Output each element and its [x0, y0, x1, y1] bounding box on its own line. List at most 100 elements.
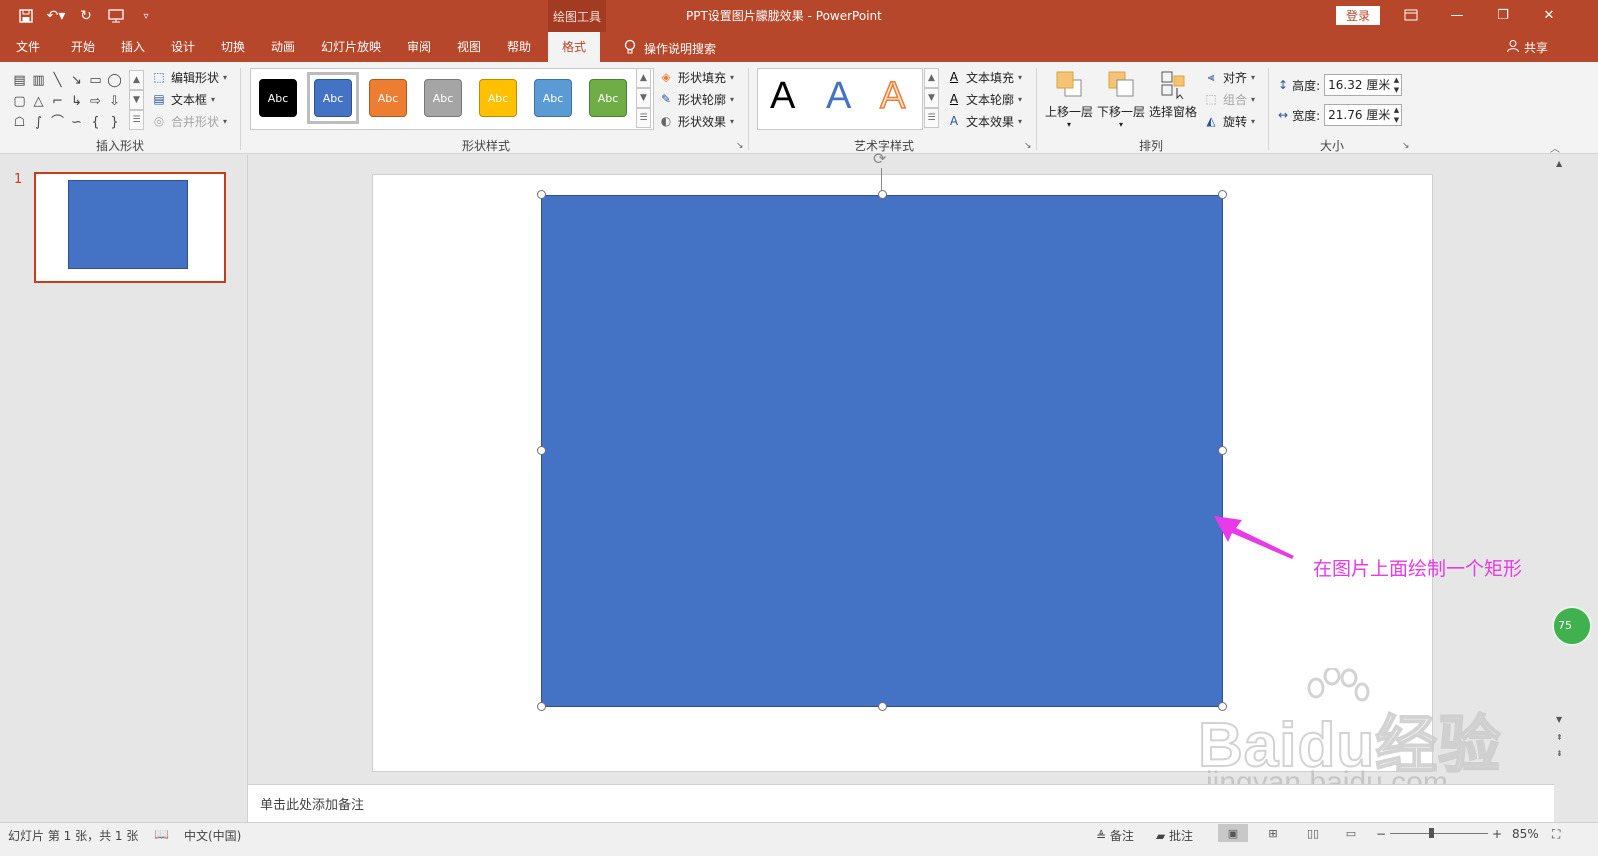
scroll-up-icon[interactable]: ▲	[636, 68, 651, 88]
zoom-level[interactable]: 85%	[1512, 827, 1539, 841]
resize-handle-top[interactable]	[878, 190, 887, 199]
slide-thumbnail[interactable]	[34, 172, 226, 283]
slideshow-view-icon[interactable]: ▭	[1336, 824, 1366, 842]
group-button[interactable]: ⬚ 组合 ▾	[1203, 89, 1255, 109]
text-fill-button[interactable]: A 文本填充 ▾	[946, 67, 1022, 87]
line-shape-icon[interactable]: ╲	[48, 70, 67, 91]
tab-insert[interactable]: 插入	[121, 38, 145, 62]
reading-view-icon[interactable]: ▯▯	[1298, 824, 1328, 842]
text-effects-button[interactable]: A 文本效果 ▾	[946, 111, 1022, 131]
scroll-up-icon[interactable]: ▲	[924, 68, 939, 88]
wordart-scroll[interactable]: ▲ ▼ ☰	[924, 68, 939, 128]
height-input[interactable]: 16.32 厘米 ▲ ▼	[1324, 74, 1403, 96]
rectangle-shape-icon[interactable]: ▭	[86, 70, 105, 91]
zoom-in-icon[interactable]: +	[1492, 827, 1502, 841]
left-brace-icon[interactable]: {	[86, 112, 105, 133]
shape-style-green[interactable]: Abc	[589, 79, 627, 117]
tab-view[interactable]: 视图	[457, 38, 481, 62]
arc-shape-icon[interactable]: ⌒	[48, 112, 67, 133]
wordart-style-orange-outline[interactable]: A	[879, 74, 906, 118]
notes-toggle[interactable]: ≜ 备注	[1096, 827, 1134, 844]
scroll-down-icon[interactable]: ▼	[636, 88, 651, 108]
shape-style-light-blue[interactable]: Abc	[534, 79, 572, 117]
login-button[interactable]: 登录	[1336, 6, 1380, 25]
restore-icon[interactable]: ❐	[1486, 4, 1520, 26]
resize-handle-bottom-left[interactable]	[537, 702, 546, 711]
text-box-button[interactable]: ▤ 文本框 ▾	[151, 89, 215, 109]
slide-sorter-icon[interactable]: ⊞	[1258, 824, 1288, 842]
right-arrow-shape-icon[interactable]: ⇨	[86, 91, 105, 112]
vertical-scrollbar[interactable]: ▲ ▼ ⇞ ⇟	[1554, 155, 1568, 783]
customize-icon[interactable]: ▿	[134, 5, 158, 27]
tab-home[interactable]: 开始	[71, 38, 95, 62]
tab-transitions[interactable]: 切换	[221, 38, 245, 62]
save-icon[interactable]	[14, 5, 38, 27]
wordart-style-blue[interactable]: A	[826, 75, 851, 118]
spinner-icon[interactable]: ▲ ▼	[1394, 75, 1399, 95]
elbow-arrow-icon[interactable]: ↳	[67, 91, 86, 112]
dialog-launcher-icon[interactable]: ↘	[736, 141, 744, 151]
text-outline-button[interactable]: A 文本轮廓 ▾	[946, 89, 1022, 109]
right-brace-icon[interactable]: }	[105, 112, 124, 133]
shape-style-black[interactable]: Abc	[259, 79, 297, 117]
redo-icon[interactable]: ↻	[74, 5, 98, 27]
scroll-up-icon[interactable]: ▲	[129, 70, 144, 90]
tab-animations[interactable]: 动画	[271, 38, 295, 62]
more-icon[interactable]: ☰	[129, 110, 144, 130]
shape-style-blue[interactable]: Abc	[314, 79, 352, 117]
arrow-line-shape-icon[interactable]: ↘	[67, 70, 86, 91]
freeform-shape-icon[interactable]: ☖	[10, 112, 29, 133]
shape-style-gold[interactable]: Abc	[479, 79, 517, 117]
zoom-slider-track[interactable]	[1390, 833, 1488, 834]
shape-style-orange[interactable]: Abc	[369, 79, 407, 117]
scroll-down-icon[interactable]: ▼	[924, 88, 939, 108]
tab-file[interactable]: 文件	[16, 38, 40, 62]
tell-me-search[interactable]: 操作说明搜索	[624, 39, 716, 58]
resize-handle-right[interactable]	[1218, 446, 1227, 455]
width-input[interactable]: 21.76 厘米 ▲ ▼	[1324, 104, 1403, 126]
shape-outline-button[interactable]: ✎ 形状轮廓 ▾	[658, 89, 734, 109]
notes-pane[interactable]: 单击此处添加备注	[248, 784, 1554, 822]
minimize-icon[interactable]: —	[1440, 4, 1474, 26]
edit-shape-button[interactable]: ⬚ 编辑形状 ▾	[151, 67, 227, 87]
tab-help[interactable]: 帮助	[507, 38, 531, 62]
normal-view-icon[interactable]: ▣	[1218, 824, 1248, 842]
shape-styles-gallery[interactable]: Abc Abc Abc Abc Abc Abc Abc	[250, 68, 654, 130]
shape-fill-button[interactable]: ◈ 形状填充 ▾	[658, 67, 734, 87]
zoom-slider-thumb[interactable]	[1429, 828, 1434, 838]
resize-handle-top-left[interactable]	[537, 190, 546, 199]
tab-slideshow[interactable]: 幻灯片放映	[321, 38, 381, 62]
oval-shape-icon[interactable]: ◯	[105, 70, 124, 91]
resize-handle-left[interactable]	[537, 446, 546, 455]
more-icon[interactable]: ☰	[924, 108, 939, 128]
resize-handle-bottom[interactable]	[878, 702, 887, 711]
triangle-shape-icon[interactable]: △	[29, 91, 48, 112]
shape-styles-scroll[interactable]: ▲ ▼ ☰	[636, 68, 651, 128]
previous-slide-icon[interactable]: ⇞	[1556, 733, 1563, 742]
bring-forward-button[interactable]: 上移一层 ▾	[1045, 68, 1093, 129]
elbow-connector-icon[interactable]: ⌐	[48, 91, 67, 112]
down-arrow-shape-icon[interactable]: ⇩	[105, 91, 124, 112]
comments-toggle[interactable]: ▰ 批注	[1156, 827, 1193, 844]
close-icon[interactable]: ✕	[1532, 4, 1566, 26]
wordart-gallery[interactable]: A A A	[757, 68, 923, 130]
merge-shapes-button[interactable]: ◎ 合并形状 ▾	[151, 111, 227, 131]
shape-effects-button[interactable]: ◐ 形状效果 ▾	[658, 111, 734, 131]
collapse-ribbon-icon[interactable]: ︿	[1550, 140, 1560, 155]
more-icon[interactable]: ☰	[636, 108, 651, 128]
floating-badge[interactable]: 75	[1552, 606, 1592, 646]
scroll-down-icon[interactable]: ▼	[129, 90, 144, 110]
resize-handle-top-right[interactable]	[1218, 190, 1227, 199]
curve-shape-icon[interactable]: ∽	[67, 112, 86, 133]
dialog-launcher-icon[interactable]: ↘	[1024, 141, 1032, 151]
spell-check-icon[interactable]: 📖	[154, 827, 169, 841]
fit-to-window-icon[interactable]: ⛶	[1552, 827, 1560, 842]
zoom-out-icon[interactable]: −	[1376, 827, 1386, 841]
rotate-handle-icon[interactable]: ⟳	[873, 151, 891, 168]
align-button[interactable]: ⫷ 对齐 ▾	[1203, 67, 1255, 87]
textbox-shape-icon[interactable]: ▤	[10, 70, 29, 91]
language-status[interactable]: 中文(中国)	[184, 827, 241, 844]
send-backward-button[interactable]: 下移一层 ▾	[1097, 68, 1145, 129]
shapes-gallery[interactable]: ▤ ▥ ╲ ↘ ▭ ◯ ▢ △ ⌐ ↳ ⇨ ⇩ ☖ ∫ ⌒ ∽ { }	[10, 70, 143, 133]
dialog-launcher-icon[interactable]: ↘	[1402, 141, 1410, 151]
